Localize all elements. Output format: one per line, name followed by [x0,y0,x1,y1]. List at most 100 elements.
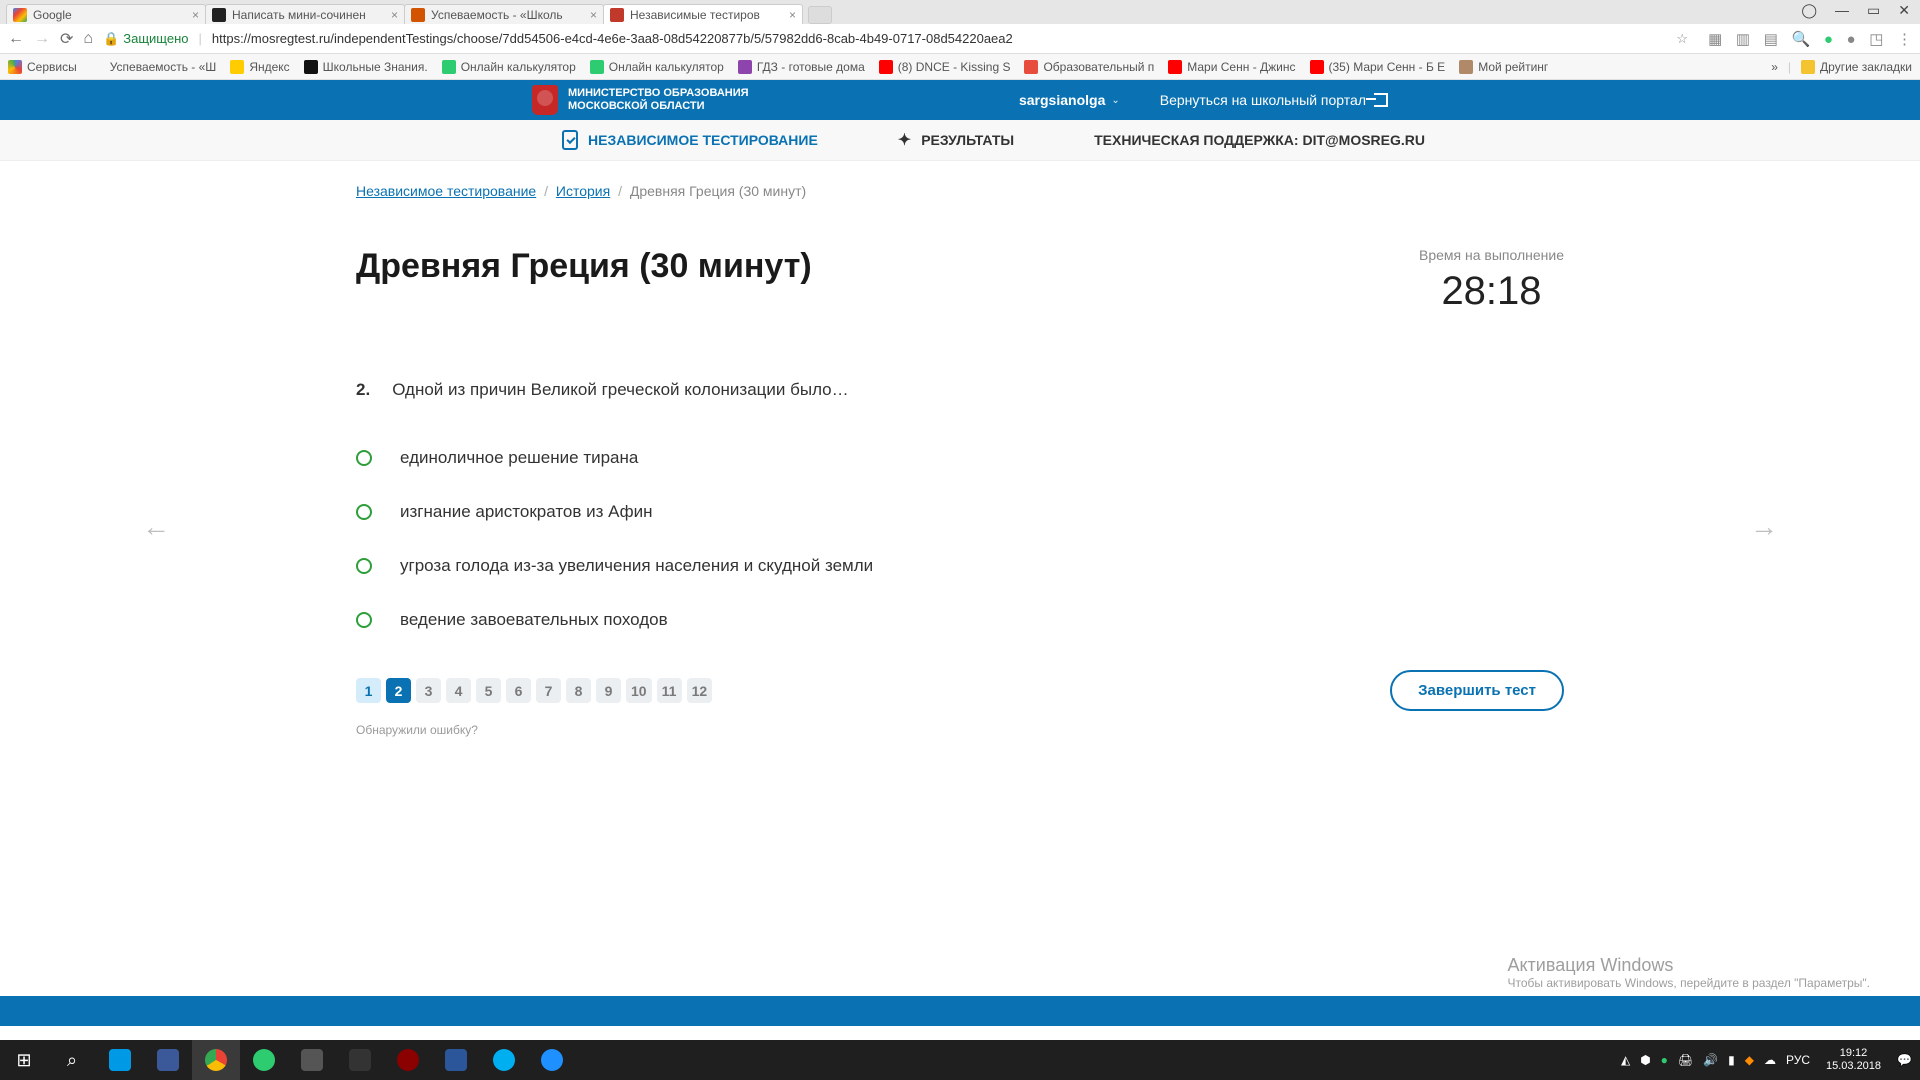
taskbar-app[interactable] [336,1040,384,1080]
url-field[interactable]: https://mosregtest.ru/independentTesting… [212,31,1667,46]
bookmark-item[interactable]: Образовательный п [1024,60,1154,74]
bookmark-item[interactable]: Онлайн калькулятор [590,60,724,74]
close-icon[interactable]: × [192,8,199,22]
option-label: изгнание аристократов из Афин [400,502,653,522]
tray-icon[interactable]: ◭ [1621,1053,1630,1067]
pager-item[interactable]: 3 [416,678,441,703]
crumb-link[interactable]: История [556,183,610,199]
new-tab-button[interactable] [808,6,832,24]
chevron-down-icon[interactable]: ⌄ [1111,95,1119,106]
option-item[interactable]: ведение завоевательных походов [356,610,1564,630]
close-window-icon[interactable]: ✕ [1898,2,1910,19]
pager-item[interactable]: 2 [386,678,411,703]
pager-item[interactable]: 1 [356,678,381,703]
finish-button[interactable]: Завершить тест [1390,670,1564,711]
bookmark-item[interactable]: Мари Сенн - Джинс [1168,60,1295,74]
browser-tab-active[interactable]: Независимые тестиров × [603,4,803,24]
start-button[interactable]: ⊞ [0,1040,48,1080]
tray-icon[interactable]: ⬢ [1640,1053,1650,1067]
other-bookmarks[interactable]: Другие закладки [1801,60,1912,74]
pager-item[interactable]: 7 [536,678,561,703]
back-icon[interactable]: ← [8,30,24,48]
windows-activation-watermark: Активация Windows Чтобы активировать Win… [1507,955,1870,990]
bookmark-item[interactable]: Школьные Знания. [304,60,428,74]
tray-icon[interactable]: ▮ [1728,1053,1735,1067]
tray-icon[interactable]: 🖨 [1678,1053,1693,1067]
radio-icon[interactable] [356,612,372,628]
timer-label: Время на выполнение [1419,247,1564,263]
taskbar-app[interactable] [240,1040,288,1080]
pager-item[interactable]: 8 [566,678,591,703]
pager-item[interactable]: 12 [687,678,713,703]
ext-icon[interactable]: ▥ [1736,31,1750,48]
pager-item[interactable]: 10 [626,678,652,703]
taskbar-app[interactable] [96,1040,144,1080]
report-bug-link[interactable]: Обнаружили ошибку? [356,723,1564,737]
radio-icon[interactable] [356,450,372,466]
user-menu[interactable]: sargsianolga [1019,92,1105,108]
taskbar-app[interactable] [288,1040,336,1080]
pager-item[interactable]: 6 [506,678,531,703]
pager-item[interactable]: 11 [657,678,682,703]
taskbar-app[interactable] [528,1040,576,1080]
bookmark-item[interactable]: (8) DNCE - Kissing S [879,60,1011,74]
tray-lang[interactable]: РУС [1786,1053,1810,1067]
nav-testing[interactable]: НЕЗАВИСИМОЕ ТЕСТИРОВАНИЕ [562,130,818,150]
bookmark-item[interactable]: Мой рейтинг [1459,60,1548,74]
ext-icon[interactable]: 🔍 [1792,31,1811,48]
ext-icon[interactable]: ● [1824,31,1833,48]
taskbar-app[interactable] [480,1040,528,1080]
ext-icon[interactable]: ▤ [1764,31,1778,48]
crumb-link[interactable]: Независимое тестирование [356,183,536,199]
profile-icon[interactable]: ◯ [1801,2,1817,19]
taskbar-app[interactable] [432,1040,480,1080]
option-item[interactable]: изгнание аристократов из Афин [356,502,1564,522]
reload-icon[interactable]: ⟳ [60,29,73,49]
tray-icon[interactable]: ◆ [1745,1053,1754,1067]
overflow-icon[interactable]: » [1771,60,1778,74]
option-item[interactable]: угроза голода из-за увеличения населения… [356,556,1564,576]
radio-icon[interactable] [356,558,372,574]
nav-results[interactable]: ✦ РЕЗУЛЬТАТЫ [898,130,1014,150]
bookmark-item[interactable]: Онлайн калькулятор [442,60,576,74]
tray-volume-icon[interactable]: 🔊 [1703,1053,1718,1067]
maximize-icon[interactable]: ▭ [1867,2,1880,19]
close-icon[interactable]: × [391,8,398,22]
bookmark-item[interactable]: Яндекс [230,60,289,74]
browser-tab[interactable]: Успеваемость - «Школь × [404,4,604,24]
ext-icon[interactable]: ◳ [1869,31,1883,48]
option-item[interactable]: единоличное решение тирана [356,448,1564,468]
ext-icon[interactable]: ● [1847,31,1856,48]
apps-button[interactable]: Сервисы [8,60,77,74]
ext-icon[interactable]: ▦ [1708,31,1722,48]
forward-icon[interactable]: → [34,30,50,48]
tray-notifications-icon[interactable]: 💬 [1897,1053,1912,1067]
bookmark-item[interactable]: ГДЗ - готовые дома [738,60,865,74]
search-button[interactable]: ⌕ [48,1040,96,1080]
tray-icon[interactable]: ☁ [1764,1053,1776,1067]
close-icon[interactable]: × [590,8,597,22]
question-text: Одной из причин Великой греческой колони… [392,380,848,400]
next-arrow[interactable]: → [1750,511,1778,543]
prev-arrow[interactable]: ← [142,511,170,543]
taskbar-app[interactable] [384,1040,432,1080]
minimize-icon[interactable]: — [1835,2,1849,19]
pager-item[interactable]: 4 [446,678,471,703]
home-icon[interactable]: ⌂ [83,30,93,48]
taskbar-chrome[interactable] [192,1040,240,1080]
star-icon[interactable]: ☆ [1676,31,1688,47]
tray-clock[interactable]: 19:12 15.03.2018 [1820,1047,1887,1073]
pager-item[interactable]: 9 [596,678,621,703]
pager-item[interactable]: 5 [476,678,501,703]
bookmark-item[interactable]: (35) Мари Сенн - Б Е [1310,60,1446,74]
portal-link[interactable]: Вернуться на школьный портал [1160,92,1388,108]
browser-tab[interactable]: Написать мини-сочинен × [205,4,405,24]
page-title: Древняя Греция (30 минут) [356,247,1419,286]
tray-icon[interactable]: ● [1661,1053,1668,1067]
taskbar-app[interactable] [144,1040,192,1080]
bookmark-item[interactable]: Успеваемость - «Ш [91,60,217,74]
close-icon[interactable]: × [789,8,796,22]
radio-icon[interactable] [356,504,372,520]
browser-tab[interactable]: Google × [6,4,206,24]
menu-icon[interactable]: ⋮ [1897,31,1912,48]
